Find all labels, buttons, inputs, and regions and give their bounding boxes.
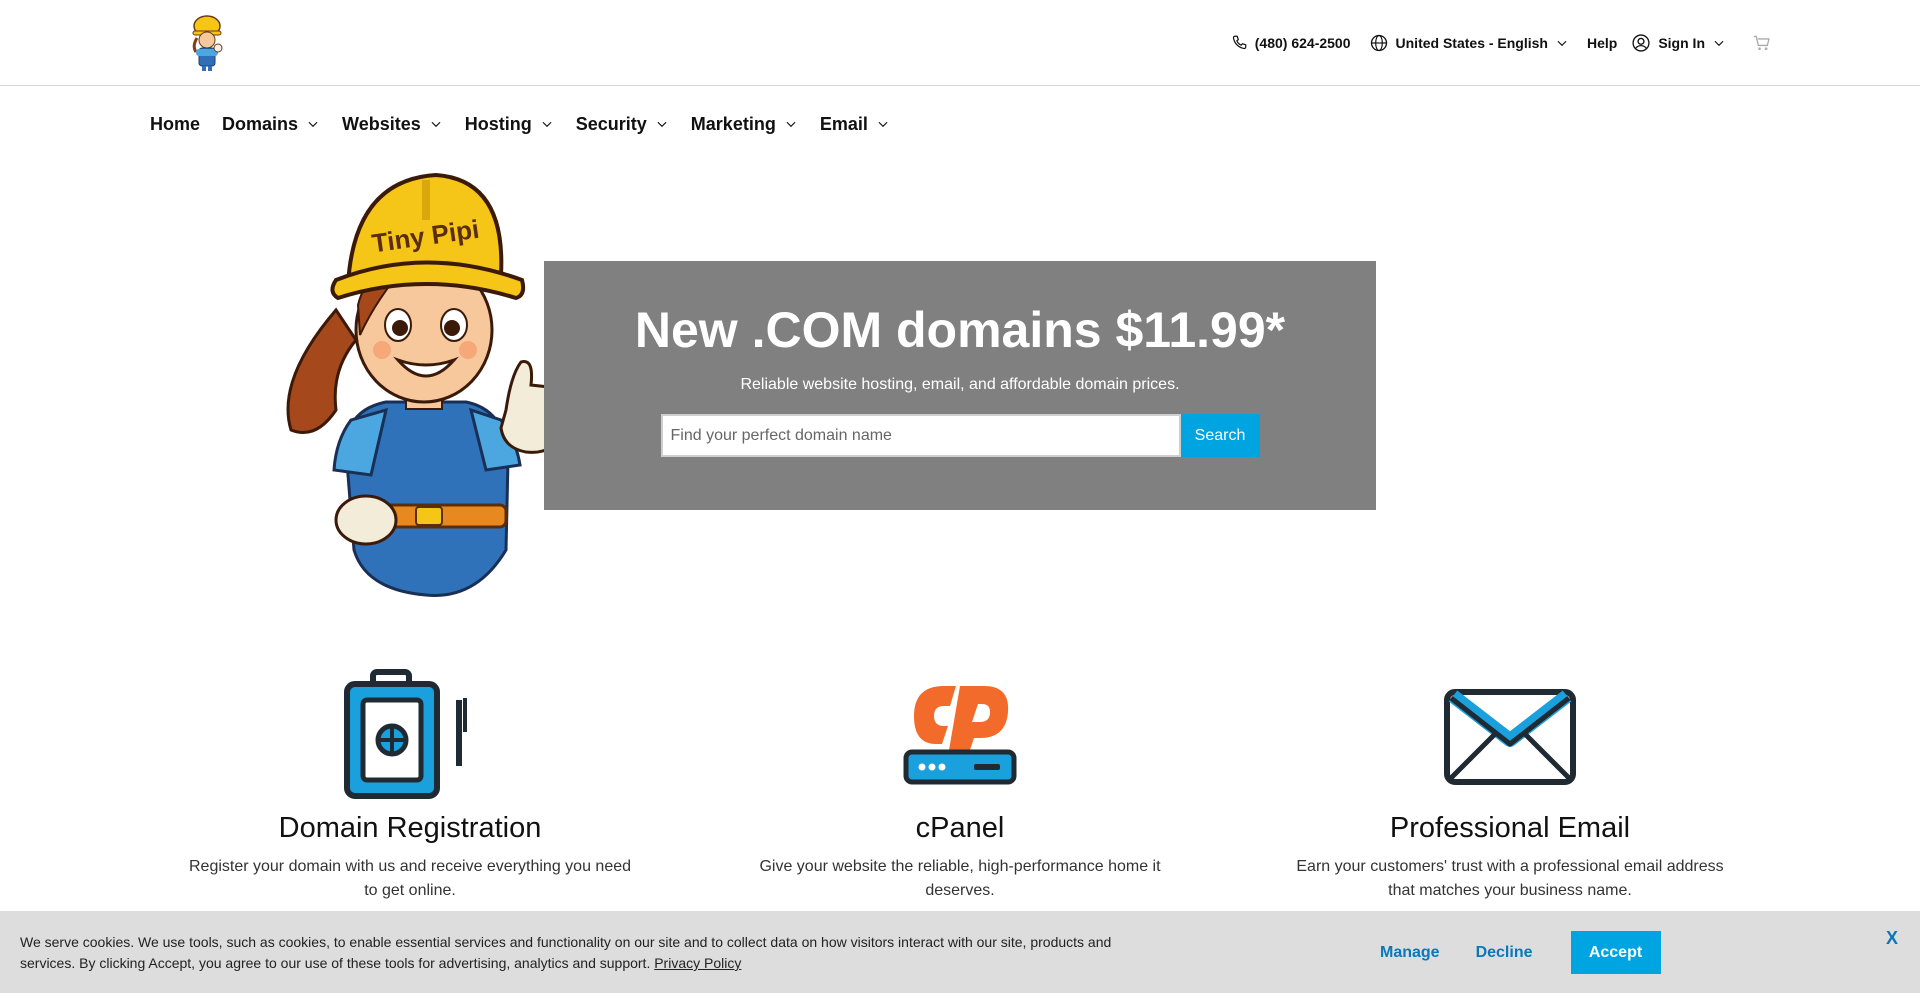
manage-button[interactable]: Manage — [1362, 931, 1458, 974]
user-icon — [1632, 34, 1650, 52]
chevron-down-icon — [657, 121, 667, 128]
main-nav: Home Domains Websites Hosting Security M… — [150, 106, 912, 142]
phone-icon — [1232, 35, 1247, 50]
cart-icon — [1753, 35, 1770, 51]
phone-number: (480) 624-2500 — [1254, 35, 1351, 51]
nav-websites-label: Websites — [342, 113, 421, 134]
cart-button[interactable] — [1752, 34, 1772, 52]
nav-home[interactable]: Home — [150, 114, 200, 135]
nav-domains-label: Domains — [222, 113, 299, 134]
utility-bar: (480) 624-2500 United States - English H… — [1212, 0, 1772, 86]
email-envelope-icon — [1444, 689, 1576, 785]
chevron-down-icon — [431, 121, 441, 128]
feature-desc: Earn your customers' trust with a profes… — [1296, 858, 1724, 899]
nav-marketing-label: Marketing — [690, 113, 776, 134]
locale-selector[interactable]: United States - English — [1369, 33, 1569, 53]
feature-cpanel: cPanel Give your website the reliable, h… — [700, 668, 1220, 903]
domain-search-form: Search — [544, 414, 1376, 457]
domain-registration-icon — [344, 669, 467, 799]
nav-email[interactable]: Email — [820, 114, 890, 135]
nav-websites[interactable]: Websites — [342, 114, 443, 135]
cookie-banner: We serve cookies. We use tools, such as … — [0, 911, 1920, 993]
help-link[interactable]: Help — [1587, 35, 1617, 51]
close-icon[interactable]: X — [1886, 928, 1898, 949]
search-button[interactable]: Search — [1180, 414, 1260, 457]
hero-banner: New .COM domains $11.99* Reliable websit… — [544, 261, 1376, 510]
cookie-actions: Manage Decline Accept — [1362, 931, 1661, 974]
chevron-down-icon — [878, 121, 888, 128]
hero-title: New .COM domains $11.99* — [634, 302, 1286, 358]
feature-desc: Register your domain with us and receive… — [188, 858, 632, 899]
nav-home-label: Home — [150, 113, 201, 134]
features-section: Domain Registration Register your domain… — [150, 668, 1770, 903]
hero-subtitle: Reliable website hosting, email, and aff… — [740, 376, 1180, 393]
sign-in-menu[interactable]: Sign In — [1631, 33, 1726, 53]
chevron-down-icon — [786, 121, 796, 128]
feature-title: Domain Registration — [278, 812, 542, 844]
locale-label: United States - English — [1395, 35, 1548, 51]
nav-security-label: Security — [575, 113, 647, 134]
site-logo[interactable] — [184, 14, 230, 72]
privacy-policy-link[interactable]: Privacy Policy — [654, 955, 741, 971]
chevron-down-icon — [542, 121, 552, 128]
sign-in-label: Sign In — [1658, 35, 1705, 51]
cookie-message: We serve cookies. We use tools, such as … — [20, 932, 1140, 974]
mascot-illustration: Tiny Pipi — [286, 172, 566, 597]
nav-security[interactable]: Security — [576, 114, 669, 135]
globe-icon — [1370, 34, 1387, 52]
nav-hosting[interactable]: Hosting — [465, 114, 554, 135]
nav-marketing[interactable]: Marketing — [691, 114, 798, 135]
nav-hosting-label: Hosting — [464, 113, 532, 134]
cookie-text: We serve cookies. We use tools, such as … — [20, 934, 1112, 971]
help-label: Help — [1586, 35, 1618, 51]
chevron-down-icon — [1714, 40, 1724, 47]
feature-desc: Give your website the reliable, high-per… — [759, 858, 1161, 899]
feature-professional-email: Professional Email Earn your customers' … — [1250, 668, 1770, 903]
cpanel-icon — [903, 686, 1017, 785]
feature-title: Professional Email — [1389, 812, 1631, 844]
decline-button[interactable]: Decline — [1458, 931, 1551, 974]
chevron-down-icon — [308, 121, 318, 128]
accept-button[interactable]: Accept — [1570, 931, 1661, 974]
feature-domain-registration: Domain Registration Register your domain… — [150, 668, 670, 903]
domain-search-input[interactable] — [660, 414, 1181, 457]
feature-title: cPanel — [915, 812, 1005, 844]
nav-email-label: Email — [819, 113, 868, 134]
nav-domains[interactable]: Domains — [222, 114, 320, 135]
chevron-down-icon — [1557, 40, 1567, 47]
phone-link[interactable]: (480) 624-2500 — [1230, 34, 1351, 52]
top-header: (480) 624-2500 United States - English H… — [0, 0, 1920, 86]
